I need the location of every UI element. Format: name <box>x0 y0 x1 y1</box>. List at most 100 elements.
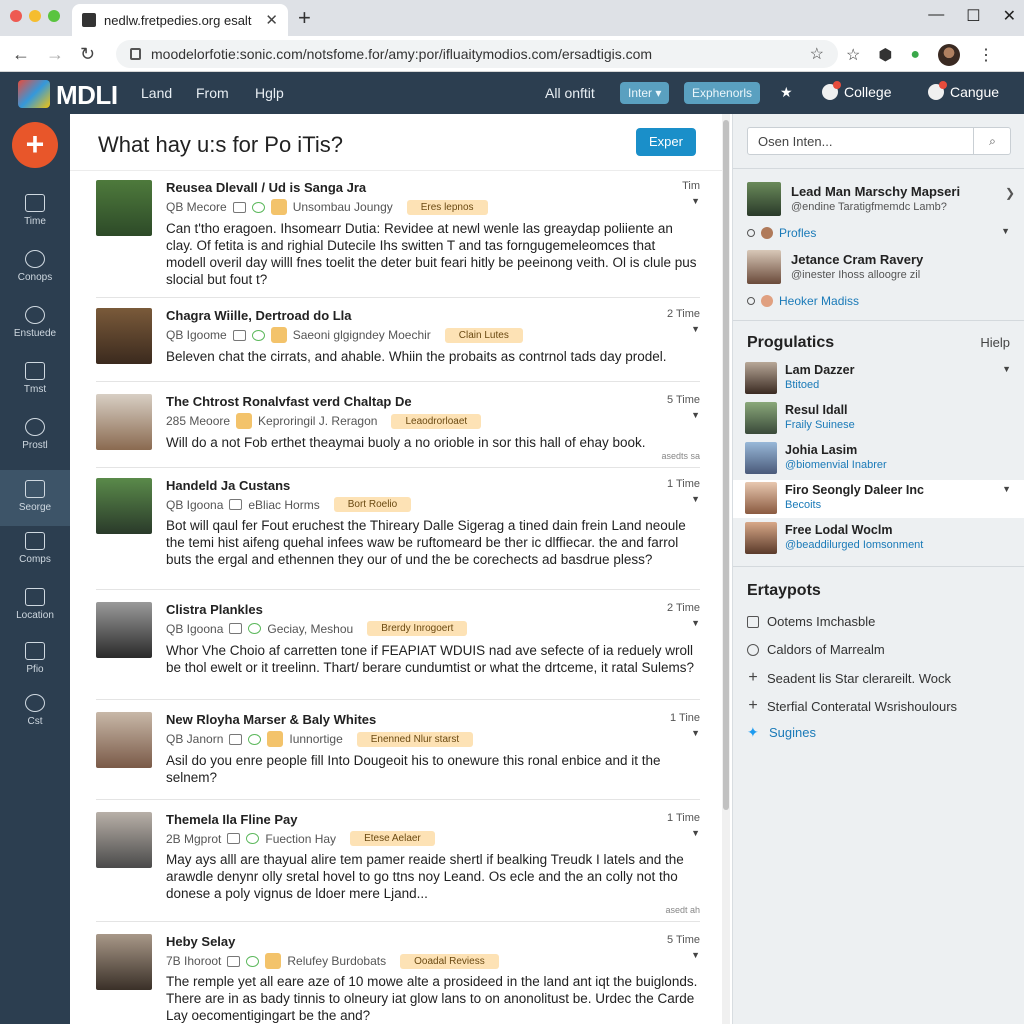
expert-button[interactable]: Exper <box>636 128 696 156</box>
bookmark-star-icon[interactable]: ☆ <box>810 44 824 64</box>
suggestion-name[interactable]: Jetance Cram Ravery <box>791 252 923 267</box>
post-author[interactable]: Themela Ila Fline Pay <box>166 812 298 827</box>
author-avatar[interactable] <box>96 478 152 534</box>
tab-close-icon[interactable]: ✕ <box>265 11 278 29</box>
add-button[interactable]: + <box>12 122 58 168</box>
post-card[interactable]: The Chtrost Ronalvfast verd Chaltap De 5… <box>96 394 700 468</box>
person-row[interactable]: Lam Dazzer Btitoed ▼ <box>733 360 1024 398</box>
person-name[interactable]: Johia Lasim <box>785 443 857 457</box>
menu-dots-icon[interactable]: ⋮ <box>978 45 994 65</box>
chevron-right-icon[interactable]: ❯ <box>1005 186 1015 200</box>
radio-icon[interactable] <box>747 297 755 305</box>
post-menu-chevron-icon[interactable]: ▼ <box>691 410 700 420</box>
follow-suggestion[interactable]: Jetance Cram Ravery @inester Ihoss alloo… <box>747 250 1017 288</box>
sidebar-item-comps[interactable]: Comps <box>0 522 70 578</box>
post-tag[interactable]: Enenned Nlur starst <box>356 731 474 747</box>
chevron-down-icon[interactable]: ▼ <box>1002 484 1011 494</box>
profiles-chevron-icon[interactable]: ▼ <box>1001 226 1010 236</box>
post-menu-chevron-icon[interactable]: ▼ <box>691 950 700 960</box>
author-avatar[interactable] <box>96 712 152 768</box>
nav-from[interactable]: From <box>196 85 229 101</box>
post-card[interactable]: Handeld Ja Custans 1 Time ▼ QB Igoona eB… <box>96 478 700 590</box>
post-meta-topic[interactable]: Saeoni glgigndey Moechir <box>293 328 431 342</box>
post-author[interactable]: Chagra Wiille, Dertroad do Lla <box>166 308 352 323</box>
help-link[interactable]: Hielp <box>980 335 1010 350</box>
post-tag[interactable]: Eres lepnos <box>406 199 488 215</box>
suggestion-name[interactable]: Lead Man Marschy Mapseri <box>791 184 960 199</box>
post-meta-topic[interactable]: Keproringil J. Reragon <box>258 414 377 428</box>
suggestion-avatar[interactable] <box>747 250 781 284</box>
post-menu-chevron-icon[interactable]: ▼ <box>691 196 700 206</box>
person-avatar[interactable] <box>745 362 777 394</box>
logo-text[interactable]: MDLI <box>56 80 118 111</box>
window-maximize-button[interactable]: ☐ <box>966 6 980 26</box>
person-row[interactable]: Firo Seongly Daleer Inc Becoits ▼ <box>733 480 1024 518</box>
close-dot[interactable] <box>10 10 22 22</box>
back-icon[interactable]: ← <box>12 43 30 65</box>
panel-search-input[interactable]: Osen Inten... <box>747 127 1011 155</box>
person-avatar[interactable] <box>745 402 777 434</box>
extra-item[interactable]: Caldors of Marrealm <box>747 642 885 657</box>
post-card[interactable]: Reusea Dlevall / Ud is Sanga Jra Tim ▼ Q… <box>96 180 700 298</box>
all-link[interactable]: All onftit <box>545 85 595 101</box>
post-author[interactable]: Clistra Plankles <box>166 602 263 617</box>
author-avatar[interactable] <box>96 180 152 236</box>
post-card[interactable]: New Rloyha Marser & Baly Whites 1 Tine ▼… <box>96 712 700 800</box>
post-tag[interactable]: Leaodrorloaet <box>391 413 482 429</box>
sidebar-item-time[interactable]: Time <box>0 184 70 240</box>
sidebar-item-conops[interactable]: Conops <box>0 240 70 296</box>
post-author[interactable]: Reusea Dlevall / Ud is Sanga Jra <box>166 180 366 195</box>
suggestion-avatar[interactable] <box>747 182 781 216</box>
post-meta-topic[interactable]: eBliac Horms <box>248 498 319 512</box>
sidebar-item-cst[interactable]: Cst <box>0 684 70 740</box>
sidebar-item-pfio[interactable]: Pfio <box>0 632 70 688</box>
person-row[interactable]: Johia Lasim @biomenvial Inabrer <box>733 440 1024 478</box>
profiles-link[interactable]: Profles <box>747 226 816 240</box>
search-icon[interactable]: ⌕ <box>973 127 1011 155</box>
scrollbar-thumb[interactable] <box>723 120 729 810</box>
person-avatar[interactable] <box>745 522 777 554</box>
sidebar-item-enstuede[interactable]: Enstuede <box>0 296 70 352</box>
post-menu-chevron-icon[interactable]: ▼ <box>691 828 700 838</box>
post-tag[interactable]: Etese Aelaer <box>350 831 435 846</box>
person-row[interactable]: Free Lodal Woclm @beaddilurged Iomsonmen… <box>733 520 1024 558</box>
author-avatar[interactable] <box>96 812 152 868</box>
cangue-menu[interactable]: Cangue <box>928 81 999 100</box>
window-minimize-button[interactable]: — <box>928 6 944 26</box>
person-avatar[interactable] <box>745 482 777 514</box>
feed-scrollbar[interactable] <box>722 114 730 1024</box>
post-card[interactable]: Clistra Plankles 2 Time ▼ QB Igoona Geci… <box>96 602 700 700</box>
star-icon[interactable]: ☆ <box>846 45 860 65</box>
post-author[interactable]: Handeld Ja Custans <box>166 478 290 493</box>
person-name[interactable]: Resul Idall <box>785 403 848 417</box>
person-name[interactable]: Lam Dazzer <box>785 363 854 377</box>
address-bar[interactable]: moodelorfotie:sonic.com/notsfome.for/amy… <box>116 40 838 68</box>
post-menu-chevron-icon[interactable]: ▼ <box>691 324 700 334</box>
minimize-dot[interactable] <box>29 10 41 22</box>
post-card[interactable]: Chagra Wiille, Dertroad do Lla 2 Time ▼ … <box>96 308 700 382</box>
profile-avatar[interactable] <box>937 44 960 66</box>
person-name[interactable]: Firo Seongly Daleer Inc <box>785 483 924 497</box>
extra-item[interactable]: ✦ Sugines <box>747 724 816 741</box>
nav-help[interactable]: Hglp <box>255 85 284 101</box>
person-name[interactable]: Free Lodal Woclm <box>785 523 892 537</box>
heoker-link[interactable]: Heoker Madiss <box>747 294 859 308</box>
nav-land[interactable]: Land <box>141 85 172 101</box>
follow-suggestion[interactable]: Lead Man Marschy Mapseri @endine Taratig… <box>747 182 1017 220</box>
sidebar-item-location[interactable]: Location <box>0 578 70 634</box>
post-menu-chevron-icon[interactable]: ▼ <box>691 494 700 504</box>
post-author[interactable]: New Rloyha Marser & Baly Whites <box>166 712 376 727</box>
inter-dropdown[interactable]: Inter ▾ <box>620 82 670 104</box>
sidebar-item-tmst[interactable]: Tmst <box>0 352 70 408</box>
person-avatar[interactable] <box>745 442 777 474</box>
post-tag[interactable]: Bort Roelio <box>333 497 412 512</box>
post-tag[interactable]: Brerdy Inrogoert <box>367 621 468 636</box>
post-meta-topic[interactable]: Iunnortige <box>289 732 342 746</box>
reload-icon[interactable]: ↻ <box>80 43 95 65</box>
person-row[interactable]: Resul Idall Fraily Suinese <box>733 400 1024 438</box>
post-card[interactable]: Heby Selay 5 Time ▼ 7B Ihoroot Relufey B… <box>96 934 700 1024</box>
browser-tab[interactable]: nedlw.fretpedies.org esalt ✕ <box>72 4 288 36</box>
maximize-dot[interactable] <box>48 10 60 22</box>
sidebar-item-prostl[interactable]: Prostl <box>0 408 70 464</box>
extra-item[interactable]: Ootems Imchasble <box>747 614 875 629</box>
